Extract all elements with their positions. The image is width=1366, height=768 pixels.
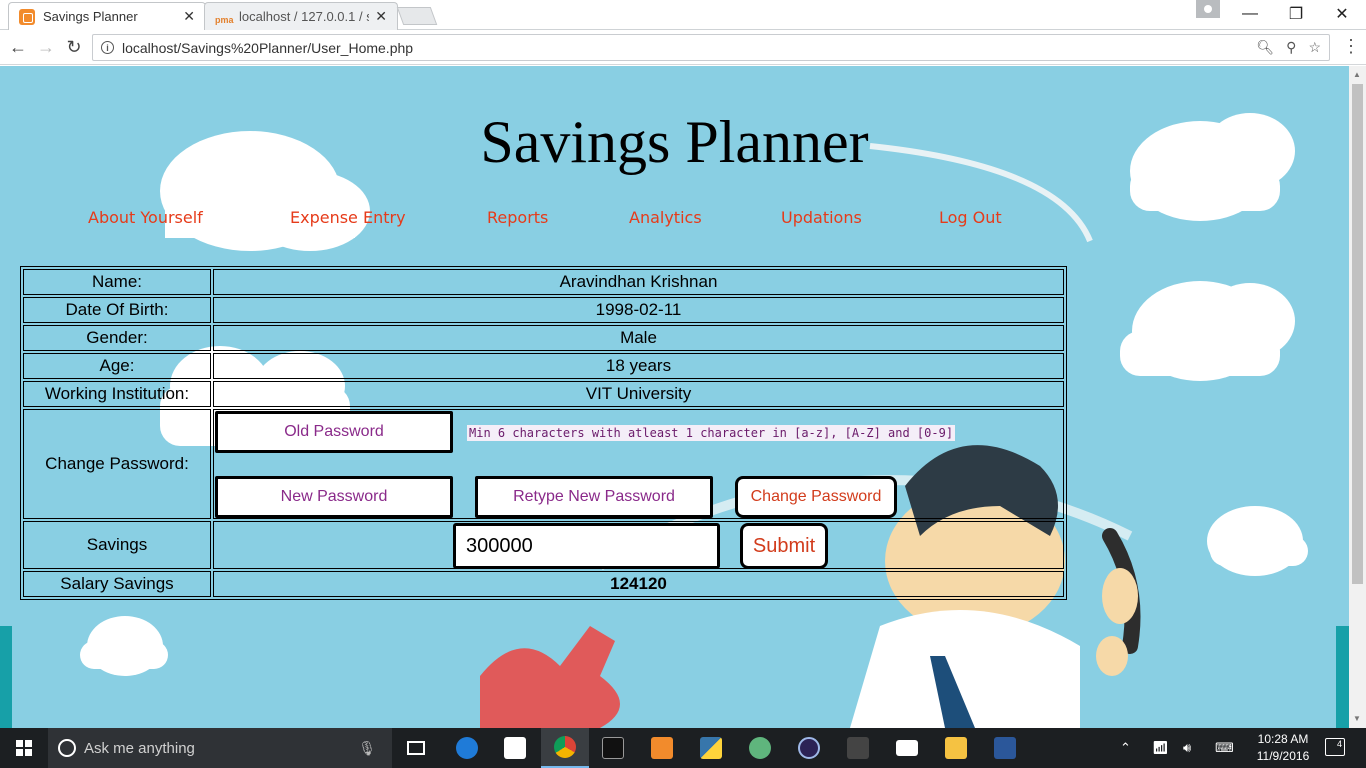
salary-savings-label: Salary Savings [23, 571, 211, 597]
dob-label: Date Of Birth: [23, 297, 211, 323]
xampp-icon[interactable] [638, 728, 686, 768]
table-row: Salary Savings 124120 [23, 571, 1064, 597]
name-label: Name: [23, 269, 211, 295]
nav-about-yourself[interactable]: About Yourself [88, 208, 203, 227]
start-button[interactable] [0, 728, 48, 768]
savings-cell: 300000 Submit [213, 521, 1064, 569]
change-password-cell: Old Password Min 6 characters with atlea… [213, 409, 1064, 519]
tab-title: localhost / 127.0.0.1 / sav [239, 9, 369, 24]
dob-value: 1998-02-11 [213, 297, 1064, 323]
xampp-favicon-icon [19, 8, 35, 25]
browser-toolbar: ← → ↻ i localhost/Savings%20Planner/User… [0, 30, 1366, 65]
file-explorer-icon[interactable] [932, 728, 980, 768]
pin-icon[interactable]: ⚲ [1286, 39, 1296, 56]
tab-phpmyadmin[interactable]: pma localhost / 127.0.0.1 / sav ✕ [204, 2, 398, 30]
close-tab-icon[interactable]: ✕ [183, 8, 195, 25]
gender-label: Gender: [23, 325, 211, 351]
table-row: Name: Aravindhan Krishnan [23, 269, 1064, 295]
microphone-icon[interactable]: 🎙︎ [358, 740, 376, 757]
tab-title: Savings Planner [43, 9, 138, 24]
table-row: Date Of Birth: 1998-02-11 [23, 297, 1064, 323]
table-row: Working Institution: VIT University [23, 381, 1064, 407]
matlab-icon[interactable] [834, 728, 882, 768]
action-center-icon[interactable]: 4 [1325, 738, 1345, 756]
store-icon[interactable] [491, 728, 539, 768]
savings-label: Savings [23, 521, 211, 569]
menu-dots-icon[interactable]: ⋮ [1342, 36, 1360, 57]
phpmyadmin-favicon-icon: pma [215, 14, 234, 25]
age-label: Age: [23, 353, 211, 379]
page-viewport: Savings Planner About Yourself Expense E… [0, 66, 1349, 728]
task-view-icon[interactable] [392, 728, 440, 768]
nav-expense-entry[interactable]: Expense Entry [290, 208, 406, 227]
institution-value: VIT University [213, 381, 1064, 407]
profile-icon[interactable] [1196, 0, 1220, 18]
tab-savings-planner[interactable]: Savings Planner ✕ [8, 2, 206, 30]
table-row: Age: 18 years [23, 353, 1064, 379]
clock-date: 11/9/2016 [1256, 749, 1310, 763]
search-placeholder: Ask me anything [84, 739, 195, 757]
python-icon[interactable] [687, 728, 735, 768]
salary-savings-value: 124120 [213, 571, 1064, 597]
info-icon[interactable]: i [101, 41, 114, 54]
zoom-icon[interactable]: 🔍︎ [1256, 39, 1274, 56]
reload-icon[interactable]: ↻ [62, 35, 86, 59]
old-password-input[interactable]: Old Password [215, 411, 453, 453]
change-password-button[interactable]: Change Password [735, 476, 897, 518]
browser-tabstrip: Savings Planner ✕ pma localhost / 127.0.… [0, 0, 1366, 30]
savings-input[interactable]: 300000 [453, 523, 720, 569]
minimize-button[interactable]: — [1227, 0, 1273, 28]
cortana-search-box[interactable]: Ask me anything 🎙︎ [48, 728, 392, 768]
windows-taskbar: Ask me anything 🎙︎ ⌃ 📶︎ 🔊︎ ⌨ 10:28 AM 11… [0, 728, 1366, 768]
user-profile-table: Name: Aravindhan Krishnan Date Of Birth:… [20, 266, 1067, 600]
windows-logo-icon [16, 740, 32, 756]
network-icon[interactable]: 📶︎ [1152, 728, 1169, 768]
gender-value: Male [213, 325, 1064, 351]
new-tab-button[interactable] [396, 7, 438, 25]
table-row: Savings 300000 Submit [23, 521, 1064, 569]
table-row: Gender: Male [23, 325, 1064, 351]
eclipse-icon[interactable] [785, 728, 833, 768]
scroll-up-icon[interactable]: ▲ [1353, 70, 1361, 79]
new-password-input[interactable]: New Password [215, 476, 453, 518]
retype-password-input[interactable]: Retype New Password [475, 476, 713, 518]
atom-icon[interactable] [736, 728, 784, 768]
name-value: Aravindhan Krishnan [213, 269, 1064, 295]
restore-button[interactable]: ❐ [1273, 0, 1319, 28]
scroll-down-icon[interactable]: ▼ [1353, 714, 1361, 723]
show-hidden-icons[interactable]: ⌃ [1120, 728, 1131, 768]
nav-analytics[interactable]: Analytics [629, 208, 702, 227]
volume-icon[interactable]: 🔊︎ [1183, 728, 1191, 768]
clock-time: 10:28 AM [1257, 732, 1309, 746]
main-nav: About Yourself Expense Entry Reports Ana… [0, 208, 1100, 238]
forward-arrow-icon[interactable]: → [34, 35, 58, 59]
chrome-icon[interactable] [541, 728, 589, 768]
word-icon[interactable] [981, 728, 1029, 768]
taskbar-clock[interactable]: 10:28 AM 11/9/2016 [1248, 731, 1318, 765]
cortana-icon [58, 739, 76, 757]
site-title: Savings Planner [480, 109, 869, 175]
page-scrollbar[interactable]: ▲ ▼ [1349, 66, 1366, 728]
nav-updations[interactable]: Updations [781, 208, 862, 227]
change-password-label: Change Password: [23, 409, 211, 519]
scrollbar-thumb[interactable] [1352, 84, 1363, 584]
bookmark-star-icon[interactable]: ☆ [1308, 39, 1321, 56]
cmd-icon[interactable] [589, 728, 637, 768]
close-window-button[interactable]: ✕ [1319, 0, 1365, 28]
institution-label: Working Institution: [23, 381, 211, 407]
age-value: 18 years [213, 353, 1064, 379]
password-hint: Min 6 characters with atleast 1 characte… [467, 425, 956, 441]
nav-log-out[interactable]: Log Out [939, 208, 1002, 227]
url-text: localhost/Savings%20Planner/User_Home.ph… [122, 39, 414, 56]
close-tab-icon[interactable]: ✕ [375, 8, 387, 25]
keyboard-icon[interactable]: ⌨ [1215, 728, 1234, 768]
back-arrow-icon[interactable]: ← [6, 35, 30, 59]
table-row: Change Password: Old Password Min 6 char… [23, 409, 1064, 519]
edge-icon[interactable] [443, 728, 491, 768]
address-bar[interactable]: i localhost/Savings%20Planner/User_Home.… [92, 34, 1330, 61]
mail-icon[interactable] [883, 728, 931, 768]
submit-button[interactable]: Submit [740, 523, 828, 569]
nav-reports[interactable]: Reports [487, 208, 548, 227]
